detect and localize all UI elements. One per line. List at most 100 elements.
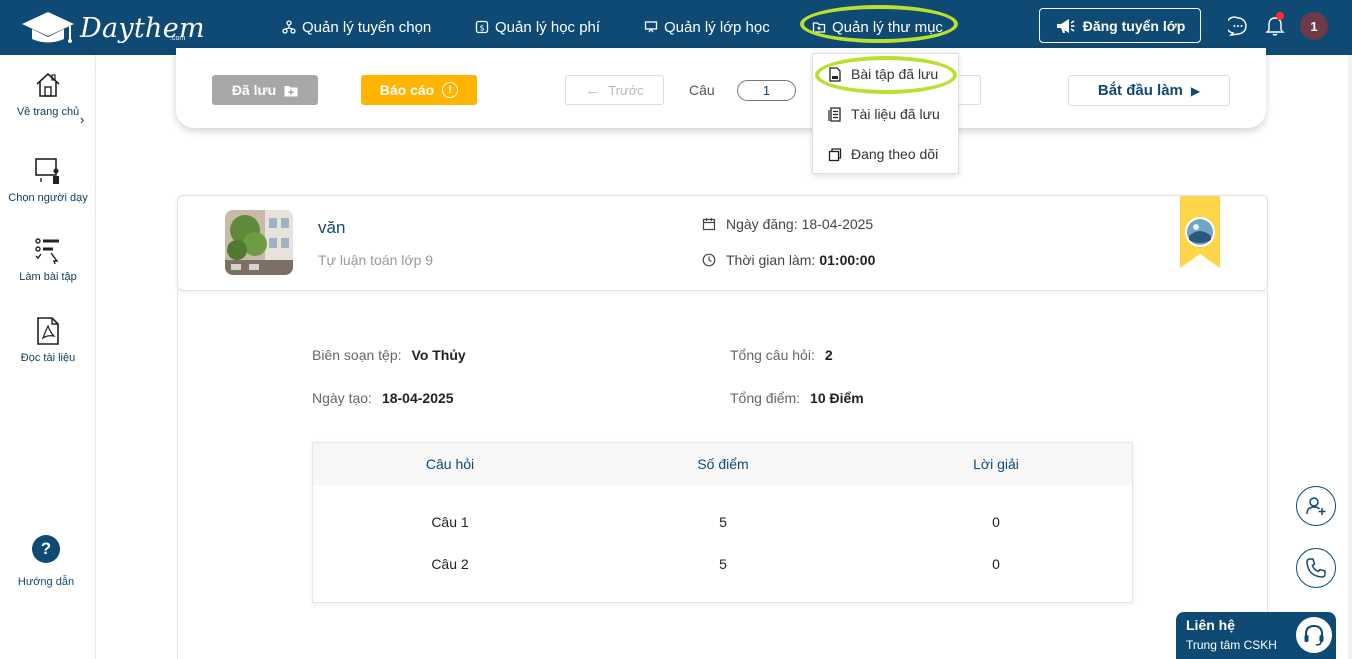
calendar-icon bbox=[702, 218, 716, 231]
contact-title: Liên hệ bbox=[1186, 617, 1236, 633]
graduation-cap-icon bbox=[22, 12, 74, 43]
posted-date-label: Ngày đăng: bbox=[726, 216, 798, 232]
start-button-label: Bắt đầu làm bbox=[1097, 82, 1183, 99]
post-class-button[interactable]: Đăng tuyển lớp bbox=[1039, 8, 1201, 43]
help-label[interactable]: Hướng dẫn bbox=[0, 576, 92, 588]
created-date-label: Ngày tạo: bbox=[312, 390, 372, 406]
nav-tuition-label: Quản lý học phí bbox=[495, 18, 601, 36]
sidebar-item-teacher-label: Chọn người dạy bbox=[8, 192, 88, 204]
total-score-info: Tổng điểm: 10 Điểm bbox=[730, 390, 864, 406]
table-cell-score: 5 bbox=[719, 514, 727, 530]
previous-button-label: Trước bbox=[608, 82, 644, 98]
bookmark-ribbon-icon bbox=[1180, 196, 1220, 268]
sidebar-item-home-label: Về trang chủ bbox=[16, 106, 80, 118]
menu-item-saved-documents[interactable]: Tài liệu đã lưu bbox=[828, 106, 940, 122]
money-icon: $ bbox=[475, 20, 489, 34]
add-user-icon bbox=[1306, 497, 1326, 515]
posted-date: Ngày đăng: 18-04-2025 bbox=[702, 216, 873, 232]
chevron-right-icon[interactable]: › bbox=[80, 112, 84, 127]
exercise-thumbnail bbox=[225, 210, 293, 275]
saved-button-label: Đã lưu bbox=[231, 82, 277, 98]
contact-support-widget[interactable]: Liên hệ Trung tâm CSKH bbox=[1176, 612, 1336, 659]
help-icon[interactable]: ? bbox=[32, 535, 60, 563]
teacher-board-icon bbox=[35, 158, 59, 184]
sidebar-item-teacher[interactable]: Chọn người dạy bbox=[0, 156, 96, 204]
created-date-value: 18-04-2025 bbox=[381, 390, 454, 406]
total-score-label: Tổng điểm: bbox=[730, 390, 801, 406]
people-network-icon bbox=[282, 20, 296, 34]
total-questions-label: Tổng câu hỏi: bbox=[730, 347, 815, 363]
menu-item-following-label: Đang theo dõi bbox=[851, 146, 939, 162]
notification-dot bbox=[1276, 12, 1284, 20]
total-score-value: 10 Điểm bbox=[810, 390, 864, 406]
saved-button[interactable]: Đã lưu bbox=[212, 75, 318, 105]
duration-value: 01:00:00 bbox=[819, 252, 876, 268]
table-cell-question: Câu 2 bbox=[431, 556, 469, 572]
total-questions-info: Tổng câu hỏi: 2 bbox=[730, 347, 833, 363]
pdf-document-icon bbox=[37, 317, 59, 345]
contact-subtitle: Trung tâm CSKH bbox=[1186, 638, 1277, 652]
phone-icon bbox=[1306, 558, 1326, 578]
saved-document-icon bbox=[828, 106, 841, 122]
arrow-left-icon: ← bbox=[585, 81, 601, 99]
start-button[interactable]: Bắt đầu làm ▶ bbox=[1068, 75, 1230, 106]
duration-label: Thời gian làm: bbox=[726, 252, 816, 268]
table-cell-solution: 0 bbox=[992, 514, 1000, 530]
exercise-title[interactable]: văn bbox=[318, 218, 345, 238]
home-icon bbox=[36, 72, 60, 97]
nav-recruitment-label: Quản lý tuyển chọn bbox=[302, 18, 432, 36]
exercise-list-icon bbox=[35, 238, 59, 265]
highlight-ring-nav bbox=[800, 5, 958, 43]
folder-add-icon bbox=[284, 85, 298, 96]
exercise-header-card bbox=[177, 195, 1268, 291]
nav-tuition[interactable]: $ Quản lý học phí bbox=[475, 17, 600, 37]
table-header: Câu hỏi Số điểm Lời giải bbox=[313, 443, 1132, 485]
nav-classes-label: Quản lý lớp học bbox=[664, 18, 770, 36]
menu-item-following[interactable]: Đang theo dõi bbox=[828, 146, 938, 162]
user-avatar[interactable]: 1 bbox=[1300, 12, 1328, 40]
site-logo[interactable]: Daythem .com bbox=[18, 8, 205, 48]
table-cell-question: Câu 1 bbox=[431, 514, 469, 530]
duration: Thời gian làm: 01:00:00 bbox=[702, 252, 875, 268]
warning-icon: ! bbox=[442, 82, 459, 98]
question-number-input[interactable]: 1 bbox=[737, 80, 796, 101]
nav-recruitment[interactable]: Quản lý tuyển chọn bbox=[282, 17, 431, 37]
post-class-label: Đăng tuyển lớp bbox=[1082, 17, 1186, 34]
created-date-info: Ngày tạo: 18-04-2025 bbox=[312, 390, 454, 406]
author-info: Biên soạn tệp: Vo Thủy bbox=[312, 347, 466, 363]
report-button[interactable]: Báo cáo ! bbox=[361, 75, 477, 105]
table-cell-solution: 0 bbox=[992, 556, 1000, 572]
megaphone-icon bbox=[1056, 18, 1075, 33]
sidebar-item-exercise[interactable]: Làm bài tập bbox=[0, 235, 96, 283]
column-header-score: Số điểm bbox=[697, 456, 749, 472]
sidebar-item-home[interactable]: Về trang chủ bbox=[0, 70, 96, 118]
following-icon bbox=[828, 147, 842, 161]
total-questions-value: 2 bbox=[824, 347, 833, 363]
scrollbar[interactable] bbox=[1348, 55, 1352, 659]
brand-name: Daythem bbox=[80, 12, 205, 44]
add-contact-button[interactable] bbox=[1296, 486, 1336, 526]
headset-icon bbox=[1294, 615, 1334, 655]
table-cell-score: 5 bbox=[719, 556, 727, 572]
sidebar-item-documents[interactable]: Đọc tài liệu bbox=[0, 316, 96, 364]
report-button-label: Báo cáo bbox=[379, 82, 435, 98]
posted-date-value: 18-04-2025 bbox=[801, 216, 874, 232]
exercise-subtitle: Tự luận toán lớp 9 bbox=[318, 252, 434, 268]
svg-text:$: $ bbox=[479, 24, 484, 33]
call-button[interactable] bbox=[1296, 548, 1336, 588]
nav-classes[interactable]: Quản lý lớp học bbox=[644, 17, 770, 37]
column-header-solution: Lời giải bbox=[973, 456, 1019, 472]
menu-item-saved-documents-label: Tài liệu đã lưu bbox=[851, 106, 940, 122]
sidebar-item-exercise-label: Làm bài tập bbox=[19, 271, 77, 283]
author-value: Vo Thủy bbox=[411, 347, 466, 363]
question-label: Câu bbox=[689, 82, 715, 98]
previous-button[interactable]: ← Trước bbox=[565, 75, 664, 105]
chat-icon[interactable] bbox=[1228, 16, 1248, 36]
author-label: Biên soạn tệp: bbox=[312, 347, 402, 363]
column-header-question: Câu hỏi bbox=[425, 456, 475, 472]
play-icon: ▶ bbox=[1190, 83, 1201, 98]
brand-suffix: .com bbox=[170, 35, 186, 42]
sidebar-item-documents-label: Đọc tài liệu bbox=[20, 352, 76, 364]
classroom-icon bbox=[644, 21, 658, 33]
questions-table: Câu hỏi Số điểm Lời giải Câu 1 5 0 Câu 2… bbox=[312, 442, 1133, 603]
